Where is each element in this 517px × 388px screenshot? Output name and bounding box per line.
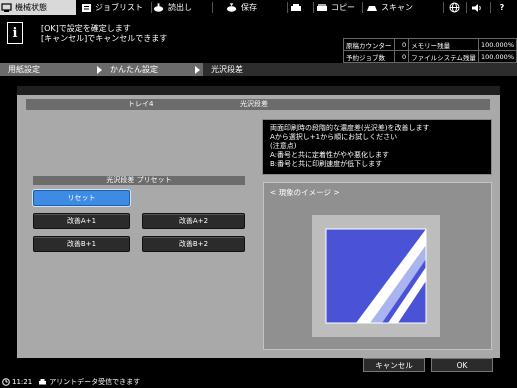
tab-label: 読出し xyxy=(168,3,192,12)
reserved-jobs-value: 0 xyxy=(394,50,410,63)
cancel-button[interactable]: キャンセル xyxy=(363,358,425,372)
tab-job-list[interactable]: ジョブリスト xyxy=(80,0,150,15)
tab-copy[interactable]: コピー xyxy=(316,0,356,15)
tab-language[interactable] xyxy=(448,0,464,15)
original-counter-value: 0 xyxy=(394,38,410,51)
status-message: アリントデータ受信できます xyxy=(49,378,141,386)
tab-label: 保存 xyxy=(241,3,257,12)
settings-panel: トレイ4 光沢段差 光沢段差 プリセット リセット 改善A+1 改善A+2 改善… xyxy=(17,86,500,358)
help-icon: ? xyxy=(499,3,505,12)
clock-time: 11:21 xyxy=(12,378,33,386)
tray-label: トレイ4 xyxy=(128,100,154,108)
tab-machine-status[interactable]: 機械状態 xyxy=(0,0,76,15)
description-box: 両面印刷時の段階的な濃度差(光沢差)を改善します Aから選択し+1から順にお試し… xyxy=(262,119,492,175)
breadcrumb-simple-settings[interactable]: かんたん設定 xyxy=(110,63,158,76)
improve-a2-button[interactable]: 改善A+2 xyxy=(142,213,245,229)
phenomenon-image-panel: < 現象のイメージ > xyxy=(263,182,492,350)
info-icon: i xyxy=(7,22,23,44)
tab-save[interactable]: 保存 xyxy=(226,0,286,15)
read-out-icon xyxy=(153,2,165,13)
image-caption: < 現象のイメージ > xyxy=(270,188,340,197)
top-tab-bar: 機械状態 ジョブリスト 読出し 保存 コピー スキャン ? xyxy=(0,0,517,15)
tab-label: コピー xyxy=(331,3,355,12)
copy-icon xyxy=(316,2,328,13)
tab-label: 機械状態 xyxy=(15,3,47,12)
save-icon xyxy=(226,2,238,13)
printer-icon xyxy=(38,378,47,386)
tab-volume[interactable] xyxy=(471,0,487,15)
improve-b1-button[interactable]: 改善B+1 xyxy=(33,236,130,252)
preset-label: 光沢段差 プリセット xyxy=(33,176,245,185)
chevron-right-icon xyxy=(195,66,200,74)
tab-read-out[interactable]: 読出し xyxy=(153,0,211,15)
message-line-2: [キャンセル]でキャンセルできます xyxy=(41,34,168,43)
improve-b2-button[interactable]: 改善B+2 xyxy=(142,236,245,252)
memory-label: メモリー残量 xyxy=(408,38,479,51)
speaker-icon xyxy=(471,2,483,13)
machine-status-icon xyxy=(0,2,12,13)
improve-a1-button[interactable]: 改善A+1 xyxy=(33,213,130,229)
panel-title-bar: トレイ4 光沢段差 xyxy=(26,99,490,110)
fax-print-icon xyxy=(290,2,302,13)
tab-label: スキャン xyxy=(381,3,413,12)
reset-button[interactable]: リセット xyxy=(33,190,130,206)
filesystem-value: 100.000% xyxy=(477,50,517,63)
reserved-jobs-label: 予約ジョブ数 xyxy=(342,50,396,63)
ok-button[interactable]: OK xyxy=(431,358,493,372)
scan-icon xyxy=(366,2,378,13)
original-counter-label: 原稿カウンター xyxy=(342,38,396,51)
status-bar: 11:21 アリントデータ受信できます xyxy=(0,376,517,388)
breadcrumb: 用紙設定 かんたん設定 光沢段差 xyxy=(0,63,517,76)
tab-help[interactable]: ? xyxy=(496,0,512,15)
chevron-right-icon xyxy=(97,66,102,74)
status-table: 原稿カウンター 0 メモリー残量 100.000% 予約ジョブ数 0 ファイルシ… xyxy=(342,38,517,63)
breadcrumb-paper-settings[interactable]: 用紙設定 xyxy=(8,63,40,76)
tab-fax[interactable] xyxy=(290,0,312,15)
phenomenon-illustration xyxy=(312,215,440,337)
panel-header-strip xyxy=(17,86,500,95)
memory-value: 100.000% xyxy=(477,38,517,51)
globe-icon xyxy=(448,2,460,13)
tab-scan[interactable]: スキャン xyxy=(366,0,432,15)
tab-label: ジョブリスト xyxy=(95,3,143,12)
message-panel: i [OK]で設定を確定します [キャンセル]でキャンセルできます 原稿カウンタ… xyxy=(0,15,517,63)
filesystem-label: ファイルシステム残量 xyxy=(408,50,479,63)
job-list-icon xyxy=(80,2,92,13)
description-line: B:番号と共に印刷速度が低下します xyxy=(270,160,383,168)
breadcrumb-gloss-step: 光沢段差 xyxy=(203,63,517,76)
panel-title: 光沢段差 xyxy=(240,100,268,108)
clock-icon xyxy=(2,378,10,386)
